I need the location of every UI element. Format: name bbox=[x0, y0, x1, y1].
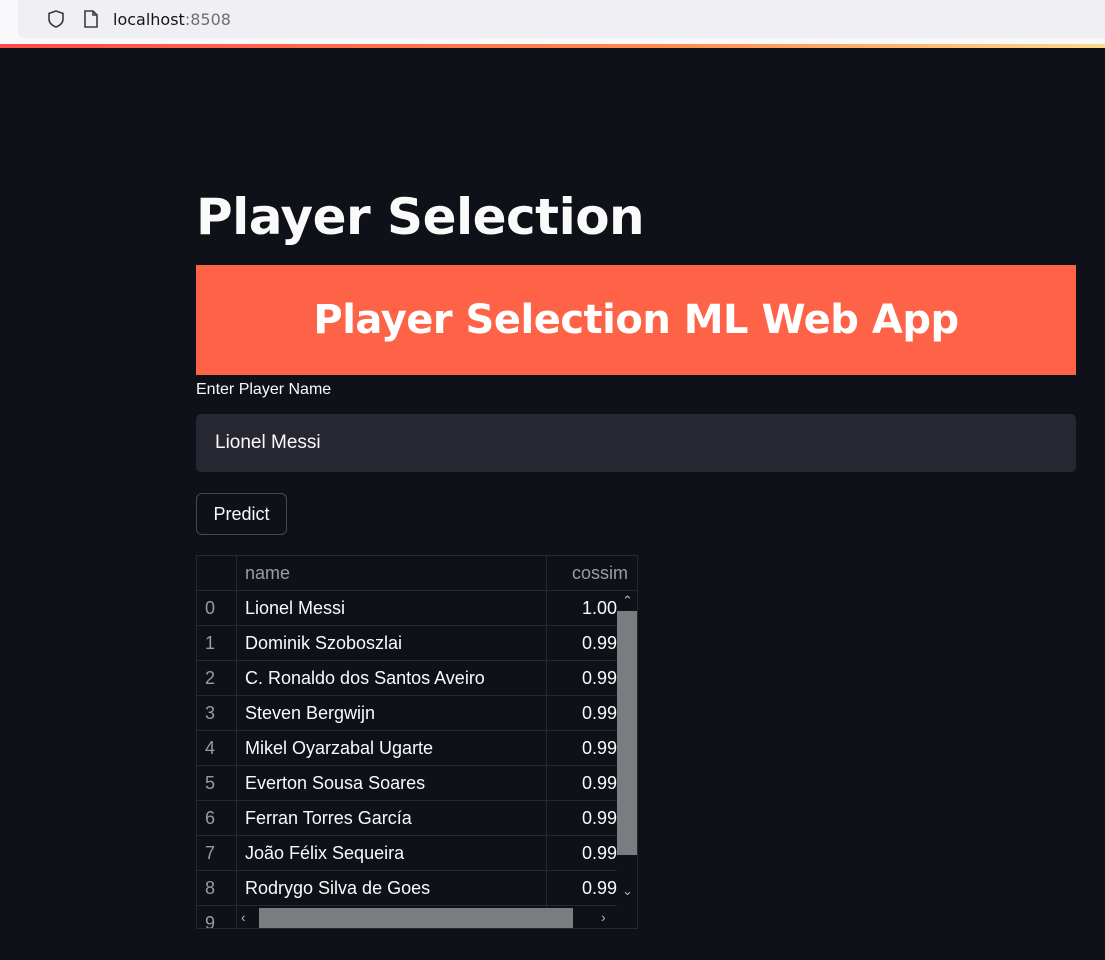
table-row[interactable]: 5 Everton Sousa Soares 0.999 bbox=[197, 766, 637, 801]
chevron-down-icon[interactable]: ⌄ bbox=[622, 883, 633, 899]
row-index[interactable]: 8 bbox=[197, 871, 237, 906]
table-row[interactable]: 3 Steven Bergwijn 0.999 bbox=[197, 696, 637, 731]
row-index[interactable]: 7 bbox=[197, 836, 237, 871]
vertical-scrollbar[interactable]: ⌃ ⌄ bbox=[617, 591, 637, 907]
url-text[interactable]: localhost:8508 bbox=[113, 10, 231, 29]
cell-name[interactable]: Everton Sousa Soares bbox=[237, 766, 547, 801]
row-index[interactable]: 4 bbox=[197, 731, 237, 766]
cell-name[interactable]: João Félix Sequeira bbox=[237, 836, 547, 871]
cell-name[interactable]: Lionel Messi bbox=[237, 591, 547, 626]
index-header bbox=[197, 556, 237, 591]
column-header-name[interactable]: name bbox=[237, 556, 547, 591]
horizontal-scroll-thumb[interactable] bbox=[259, 908, 573, 928]
row-index[interactable]: 0 bbox=[197, 591, 237, 626]
shield-icon[interactable] bbox=[46, 9, 66, 29]
app-banner: Player Selection ML Web App bbox=[196, 265, 1076, 375]
chevron-left-icon[interactable]: ‹ bbox=[241, 909, 246, 925]
vertical-scroll-thumb[interactable] bbox=[617, 611, 637, 855]
row-index[interactable]: 3 bbox=[197, 696, 237, 731]
address-bar[interactable]: localhost:8508 bbox=[18, 0, 1105, 38]
browser-toolbar: localhost:8508 bbox=[0, 0, 1105, 44]
player-name-input[interactable] bbox=[196, 414, 1076, 472]
table-row[interactable]: 0 Lionel Messi 1.000 bbox=[197, 591, 637, 626]
predict-button[interactable]: Predict bbox=[196, 493, 287, 535]
url-port: :8508 bbox=[184, 10, 231, 29]
row-index[interactable]: 6 bbox=[197, 801, 237, 836]
banner-title: Player Selection ML Web App bbox=[313, 297, 959, 343]
row-index[interactable]: 1 bbox=[197, 626, 237, 661]
chevron-up-icon[interactable]: ⌃ bbox=[622, 593, 633, 609]
table-row[interactable]: 1 Dominik Szoboszlai 0.999 bbox=[197, 626, 637, 661]
url-host: localhost bbox=[113, 10, 185, 29]
table-row[interactable]: 4 Mikel Oyarzabal Ugarte 0.999 bbox=[197, 731, 637, 766]
table-header: name cossim bbox=[197, 556, 637, 591]
row-index[interactable]: 9 bbox=[197, 906, 237, 928]
app-main: Player Selection Player Selection ML Web… bbox=[0, 48, 1105, 960]
cell-name[interactable]: Mikel Oyarzabal Ugarte bbox=[237, 731, 547, 766]
player-name-label: Enter Player Name bbox=[196, 381, 332, 398]
horizontal-scrollbar[interactable]: ‹ › bbox=[237, 908, 617, 928]
table-row[interactable]: 2 C. Ronaldo dos Santos Aveiro 0.999 bbox=[197, 661, 637, 696]
cell-name[interactable]: Ferran Torres García bbox=[237, 801, 547, 836]
chevron-right-icon[interactable]: › bbox=[601, 909, 606, 925]
column-header-cossim[interactable]: cossim bbox=[547, 556, 637, 591]
table-row[interactable]: 6 Ferran Torres García 0.999 bbox=[197, 801, 637, 836]
page-icon bbox=[84, 10, 98, 28]
table-row[interactable]: 8 Rodrygo Silva de Goes 0.999 bbox=[197, 871, 637, 906]
cell-name[interactable]: Steven Bergwijn bbox=[237, 696, 547, 731]
table-row[interactable]: 7 João Félix Sequeira 0.999 bbox=[197, 836, 637, 871]
cell-name[interactable]: Dominik Szoboszlai bbox=[237, 626, 547, 661]
row-index[interactable]: 5 bbox=[197, 766, 237, 801]
cell-name[interactable]: Rodrygo Silva de Goes bbox=[237, 871, 547, 906]
cell-name[interactable]: C. Ronaldo dos Santos Aveiro bbox=[237, 661, 547, 696]
page-title: Player Selection bbox=[196, 188, 645, 246]
row-index[interactable]: 2 bbox=[197, 661, 237, 696]
results-dataframe[interactable]: name cossim 0 Lionel Messi 1.000 1 Dominik S… bbox=[196, 555, 638, 929]
